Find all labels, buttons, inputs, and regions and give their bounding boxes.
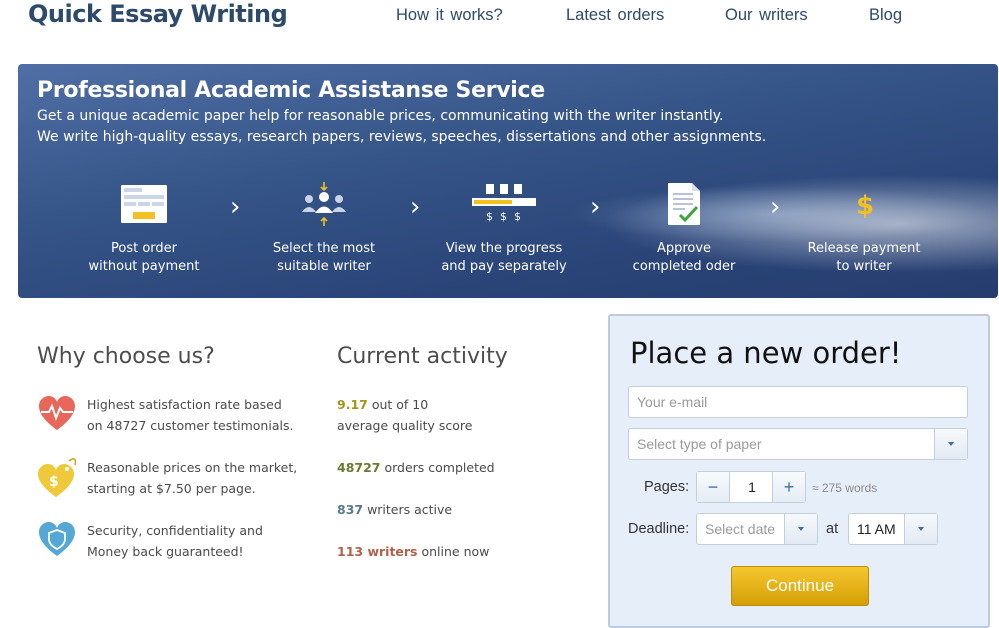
chevron-down-icon[interactable] — [784, 514, 817, 544]
chevron-down-icon[interactable] — [934, 429, 967, 459]
words-estimate: ≈ 275 words — [812, 481, 878, 495]
why-item-satisfaction: Highest satisfaction rate based on 48727… — [37, 394, 307, 438]
svg-text:$: $ — [856, 191, 874, 220]
quality-score-value: 9.17 — [337, 397, 368, 412]
order-form-icon — [54, 182, 234, 226]
why-item-1-line-1: Highest satisfaction rate based — [87, 397, 282, 412]
dollar-icon: $ — [774, 182, 954, 226]
deadline-label: Deadline: — [628, 521, 690, 537]
quality-score-suffix: out of 10 — [367, 397, 429, 412]
pages-increment-button[interactable]: + — [772, 472, 805, 502]
hero-description-line-1: Get a unique academic paper help for rea… — [37, 108, 724, 124]
svg-text:$: $ — [486, 210, 493, 223]
deadline-date-select[interactable]: Select date — [696, 513, 818, 545]
progress-payment-icon: $ $ $ — [414, 182, 594, 226]
step-1-label-line-2: without payment — [88, 259, 200, 274]
writers-group-icon — [234, 182, 414, 226]
quality-score-caption: average quality score — [337, 418, 473, 433]
email-input[interactable] — [629, 387, 967, 417]
heart-shield-icon — [37, 520, 77, 560]
step-4-label-line-2: completed oder — [632, 259, 736, 274]
activity-orders-completed: 48727 orders completed — [337, 457, 495, 478]
svg-text:$: $ — [49, 474, 59, 490]
orders-completed-value: 48727 — [337, 460, 381, 475]
pages-stepper[interactable]: − 1 + — [696, 471, 806, 503]
step-post-order: Post order without payment — [54, 182, 234, 276]
step-4-label-line-1: Approve — [656, 241, 712, 256]
approved-document-icon — [594, 182, 774, 226]
nav-blog[interactable]: Blog — [869, 6, 902, 25]
chevron-down-icon[interactable] — [904, 514, 937, 544]
activity-writers-active: 837 writers active — [337, 499, 452, 520]
activity-quality-score: 9.17 out of 10 average quality score — [337, 394, 472, 436]
hero-description-line-2: We write high-quality essays, research p… — [37, 129, 767, 145]
step-approve: Approve completed oder — [594, 182, 774, 276]
orders-completed-suffix: orders completed — [380, 460, 495, 475]
why-choose-title: Why choose us? — [37, 344, 215, 369]
paper-type-select[interactable]: Select type of paper — [628, 428, 968, 460]
order-form: Place a new order! Select type of paper … — [608, 314, 990, 628]
step-5-label-line-2: to writer — [836, 259, 892, 274]
why-item-3-line-1: Security, confidentiality and — [87, 523, 263, 538]
why-item-prices: $ Reasonable prices on the market, start… — [37, 457, 307, 501]
why-item-3-line-2: Money back guaranteed! — [87, 544, 244, 559]
svg-text:$: $ — [500, 210, 507, 223]
step-1-label-line-1: Post order — [111, 241, 177, 256]
writers-online-suffix: online now — [417, 544, 490, 559]
why-item-2-line-2: starting at $7.50 per page. — [87, 481, 256, 496]
step-select-writer: Select the most suitable writer — [234, 182, 414, 276]
step-3-label-line-2: and pay separately — [441, 259, 567, 274]
email-field[interactable] — [628, 386, 968, 418]
nav-latest-orders[interactable]: Latest orders — [566, 6, 664, 25]
nav-our-writers[interactable]: Our writers — [725, 6, 808, 25]
heart-pulse-icon — [37, 394, 77, 434]
why-item-1-line-2: on 48727 customer testimonials. — [87, 418, 294, 433]
heart-price-tag-icon: $ — [37, 457, 77, 497]
step-2-label-line-2: suitable writer — [277, 259, 371, 274]
at-label: at — [826, 521, 839, 537]
date-placeholder: Select date — [705, 521, 776, 537]
paper-type-placeholder: Select type of paper — [637, 436, 762, 452]
why-item-security: Security, confidentiality and Money back… — [37, 520, 307, 564]
pages-value[interactable]: 1 — [729, 472, 775, 502]
continue-button[interactable]: Continue — [731, 566, 869, 606]
step-3-label-line-1: View the progress — [445, 241, 563, 256]
time-value: 11 AM — [857, 521, 896, 537]
step-view-progress: $ $ $ View the progress and pay separate… — [414, 182, 594, 276]
hero-title: Professional Academic Assistanse Service — [37, 78, 545, 103]
hero-banner: Professional Academic Assistanse Service… — [18, 64, 998, 298]
why-item-2-line-1: Reasonable prices on the market, — [87, 460, 298, 475]
step-2-label-line-1: Select the most — [272, 241, 376, 256]
writers-active-suffix: writers active — [363, 502, 453, 517]
main-nav: How it works? Latest orders Our writers … — [0, 6, 999, 28]
activity-writers-online: 113 writers online now — [337, 541, 489, 562]
order-form-title: Place a new order! — [630, 336, 902, 370]
step-release-payment: $ Release payment to writer — [774, 182, 954, 276]
deadline-time-select[interactable]: 11 AM — [848, 513, 938, 545]
pages-label: Pages: — [644, 479, 690, 495]
current-activity-title: Current activity — [337, 344, 508, 369]
writers-online-value[interactable]: 113 writers — [337, 544, 418, 559]
step-5-label-line-1: Release payment — [807, 241, 921, 256]
pages-decrement-button[interactable]: − — [697, 472, 730, 502]
svg-text:$: $ — [514, 210, 521, 223]
nav-how-it-works[interactable]: How it works? — [396, 6, 503, 25]
writers-active-value: 837 — [337, 502, 364, 517]
